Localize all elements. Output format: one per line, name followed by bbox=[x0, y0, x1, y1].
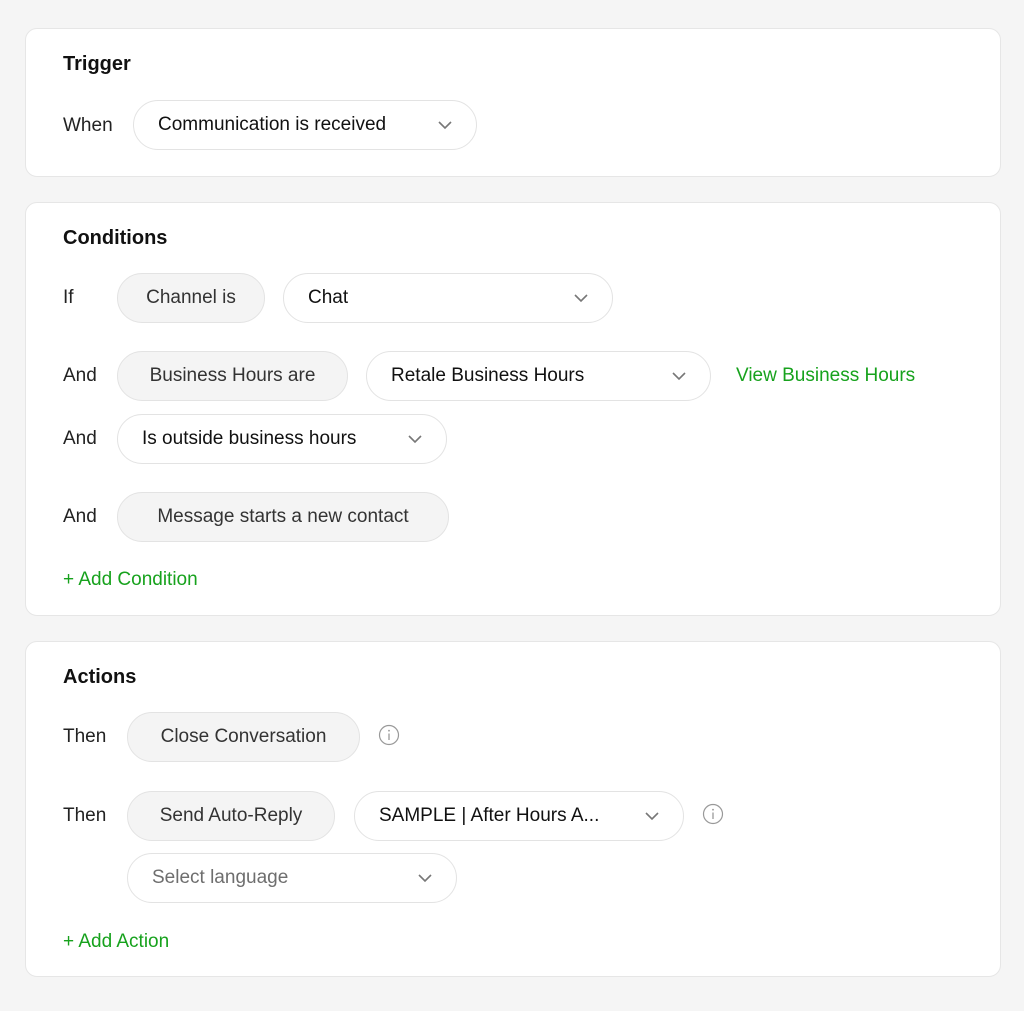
add-condition-button[interactable]: + Add Condition bbox=[63, 569, 198, 591]
condition-field-channel[interactable]: Channel is bbox=[117, 273, 265, 323]
info-icon[interactable] bbox=[378, 724, 400, 746]
info-icon[interactable] bbox=[702, 803, 724, 825]
actions-card: Actions Then Close Conversation Then Sen… bbox=[25, 641, 1001, 977]
when-label: When bbox=[63, 115, 113, 136]
channel-select[interactable]: Chat bbox=[283, 273, 613, 323]
hours-state-value: Is outside business hours bbox=[142, 428, 357, 449]
language-select[interactable]: Select language bbox=[127, 853, 457, 903]
view-business-hours-link[interactable]: View Business Hours bbox=[736, 365, 915, 387]
trigger-event-select[interactable]: Communication is received bbox=[133, 100, 477, 150]
hours-state-select[interactable]: Is outside business hours bbox=[117, 414, 447, 464]
action-prefix: Then bbox=[63, 805, 107, 826]
condition-prefix: And bbox=[63, 428, 97, 449]
actions-title: Actions bbox=[63, 666, 137, 688]
chevron-down-icon bbox=[672, 369, 686, 383]
action-close-conversation[interactable]: Close Conversation bbox=[127, 712, 360, 762]
chevron-down-icon bbox=[574, 291, 588, 305]
trigger-event-value: Communication is received bbox=[158, 114, 387, 135]
condition-field-new-contact[interactable]: Message starts a new contact bbox=[117, 492, 449, 542]
business-hours-value: Retale Business Hours bbox=[391, 365, 585, 386]
conditions-card: Conditions If Channel is Chat And Busine… bbox=[25, 202, 1001, 616]
business-hours-select[interactable]: Retale Business Hours bbox=[366, 351, 711, 401]
action-send-auto-reply[interactable]: Send Auto-Reply bbox=[127, 791, 335, 841]
trigger-title: Trigger bbox=[63, 53, 131, 75]
chevron-down-icon bbox=[408, 432, 422, 446]
condition-prefix: And bbox=[63, 365, 97, 386]
trigger-card: Trigger When Communication is received bbox=[25, 28, 1001, 177]
condition-prefix: And bbox=[63, 506, 97, 527]
condition-field-business-hours[interactable]: Business Hours are bbox=[117, 351, 348, 401]
chevron-down-icon bbox=[418, 871, 432, 885]
auto-reply-template-value: SAMPLE | After Hours A... bbox=[379, 805, 600, 826]
chevron-down-icon bbox=[645, 809, 659, 823]
auto-reply-template-select[interactable]: SAMPLE | After Hours A... bbox=[354, 791, 684, 841]
channel-value: Chat bbox=[308, 287, 349, 308]
language-placeholder: Select language bbox=[152, 867, 289, 888]
action-prefix: Then bbox=[63, 726, 107, 747]
conditions-title: Conditions bbox=[63, 227, 168, 249]
chevron-down-icon bbox=[438, 118, 452, 132]
condition-prefix: If bbox=[63, 287, 74, 308]
add-action-button[interactable]: + Add Action bbox=[63, 931, 169, 953]
